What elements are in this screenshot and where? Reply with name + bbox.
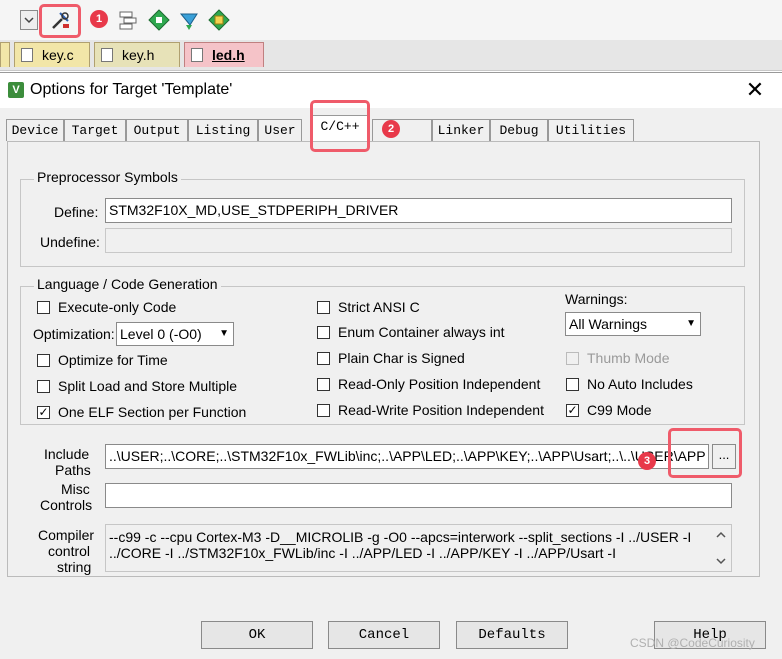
define-input[interactable]: STM32F10X_MD,USE_STDPERIPH_DRIVER [105, 198, 732, 223]
optimization-select[interactable]: Level 0 (-O0) ▼ [116, 322, 234, 346]
step-badge-1: 1 [90, 10, 108, 28]
optimization-value: Level 0 (-O0) [120, 326, 202, 342]
one-elf-checkbox[interactable]: ✓ [37, 406, 50, 419]
file-tab-label: key.h [122, 47, 155, 63]
undefine-label: Undefine: [40, 234, 100, 250]
tab-device[interactable]: Device [6, 119, 64, 141]
language-legend: Language / Code Generation [34, 276, 221, 292]
strict-ansi-label: Strict ANSI C [338, 299, 420, 315]
tab-linker[interactable]: Linker [432, 119, 490, 141]
split-load-label: Split Load and Store Multiple [58, 378, 237, 394]
tab-user[interactable]: User [258, 119, 302, 141]
warnings-select[interactable]: All Warnings ▼ [565, 312, 701, 336]
file-icon [101, 48, 113, 62]
execute-only-label: Execute-only Code [58, 299, 177, 315]
c-cpp-tab-highlight [310, 100, 370, 152]
misc-label: Misc [61, 481, 90, 497]
include-label: Include [44, 446, 90, 462]
optimization-label: Optimization: [33, 326, 115, 342]
target-options-icon[interactable] [50, 9, 72, 31]
thumb-mode-checkbox[interactable] [566, 352, 579, 365]
select-software-packs-icon[interactable] [178, 9, 200, 31]
step-badge-2: 2 [382, 120, 400, 138]
split-load-checkbox[interactable] [37, 380, 50, 393]
include-paths-input[interactable]: ..\USER;..\CORE;..\STM32F10x_FWLib\inc;.… [105, 444, 709, 469]
pack-installer-icon[interactable] [148, 9, 170, 31]
no-auto-includes-checkbox[interactable] [566, 378, 579, 391]
uvision-logo-icon: V [8, 82, 24, 98]
optimize-time-label: Optimize for Time [58, 352, 168, 368]
tab-output[interactable]: Output [126, 119, 188, 141]
string-label: string [57, 559, 92, 575]
preprocessor-group [20, 179, 745, 267]
ro-pi-checkbox[interactable] [317, 378, 330, 391]
close-icon[interactable]: ✕ [742, 77, 768, 103]
compiler-line-2: ../CORE -I ../STM32F10x_FWLib/inc -I ../… [109, 545, 616, 561]
file-tab-label: key.c [42, 47, 74, 63]
compiler-control-string[interactable]: --c99 -c --cpu Cortex-M3 -D__MICROLIB -g… [105, 524, 732, 572]
thumb-mode-label: Thumb Mode [587, 350, 670, 366]
plain-char-label: Plain Char is Signed [338, 350, 465, 366]
browse-button-highlight [668, 428, 742, 478]
dropdown-arrow-icon[interactable] [20, 10, 38, 30]
file-tab-led-h[interactable]: led.h [184, 42, 264, 67]
tab-listing[interactable]: Listing [188, 119, 258, 141]
define-label: Define: [54, 204, 99, 220]
compiler-scrollbar[interactable] [712, 526, 730, 570]
c99-mode-checkbox[interactable]: ✓ [566, 404, 579, 417]
compiler-label: Compiler [38, 527, 95, 543]
paths-label: Paths [55, 462, 91, 478]
undefine-input[interactable] [105, 228, 732, 253]
toolbar: 1 [0, 0, 782, 40]
rw-pi-checkbox[interactable] [317, 404, 330, 417]
tab-debug[interactable]: Debug [490, 119, 548, 141]
no-auto-includes-label: No Auto Includes [587, 376, 693, 392]
ok-button[interactable]: OK [201, 621, 313, 649]
tab-asm[interactable]: Asm [372, 119, 432, 141]
step-badge-3: 3 [638, 452, 656, 470]
dialog-title: Options for Target 'Template' [30, 81, 233, 98]
file-tab-label: led.h [212, 47, 245, 63]
one-elf-label: One ELF Section per Function [58, 404, 247, 420]
misc-controls-input[interactable] [105, 483, 732, 508]
run-time-environment-icon[interactable] [208, 9, 230, 31]
execute-only-checkbox[interactable] [37, 301, 50, 314]
file-tab-key-c[interactable]: key.c [14, 42, 90, 67]
ro-pi-label: Read-Only Position Independent [338, 376, 541, 392]
dialog-titlebar: V Options for Target 'Template' ✕ [0, 73, 782, 108]
editor-file-tabs: key.c key.h led.h [0, 40, 782, 71]
optimize-time-checkbox[interactable] [37, 354, 50, 367]
file-icon [191, 48, 203, 62]
manage-components-icon[interactable] [118, 9, 140, 31]
warnings-value: All Warnings [569, 316, 648, 332]
controls-label: Controls [40, 497, 93, 513]
warnings-label: Warnings: [565, 291, 628, 307]
file-tab-key-h[interactable]: key.h [94, 42, 180, 67]
rw-pi-label: Read-Write Position Independent [338, 402, 544, 418]
tab-utilities[interactable]: Utilities [548, 119, 634, 141]
chevron-down-icon: ▼ [686, 318, 696, 329]
watermark: CSDN @CodeCuriosity [630, 636, 755, 650]
control-label: control [48, 543, 91, 559]
plain-char-checkbox[interactable] [317, 352, 330, 365]
cancel-button[interactable]: Cancel [328, 621, 440, 649]
enum-container-label: Enum Container always int [338, 324, 505, 340]
c-cpp-tab-panel: Preprocessor Symbols Define: STM32F10X_M… [7, 141, 760, 577]
preprocessor-legend: Preprocessor Symbols [34, 169, 181, 185]
file-tab-partial[interactable] [0, 42, 10, 67]
tab-target[interactable]: Target [64, 119, 126, 141]
options-dialog: V Options for Target 'Template' ✕ Device… [0, 72, 782, 659]
enum-container-checkbox[interactable] [317, 326, 330, 339]
strict-ansi-checkbox[interactable] [317, 301, 330, 314]
c99-mode-label: C99 Mode [587, 402, 652, 418]
defaults-button[interactable]: Defaults [456, 621, 568, 649]
compiler-line-1: --c99 -c --cpu Cortex-M3 -D__MICROLIB -g… [109, 529, 692, 545]
file-icon [21, 48, 33, 62]
chevron-down-icon: ▼ [219, 328, 229, 339]
